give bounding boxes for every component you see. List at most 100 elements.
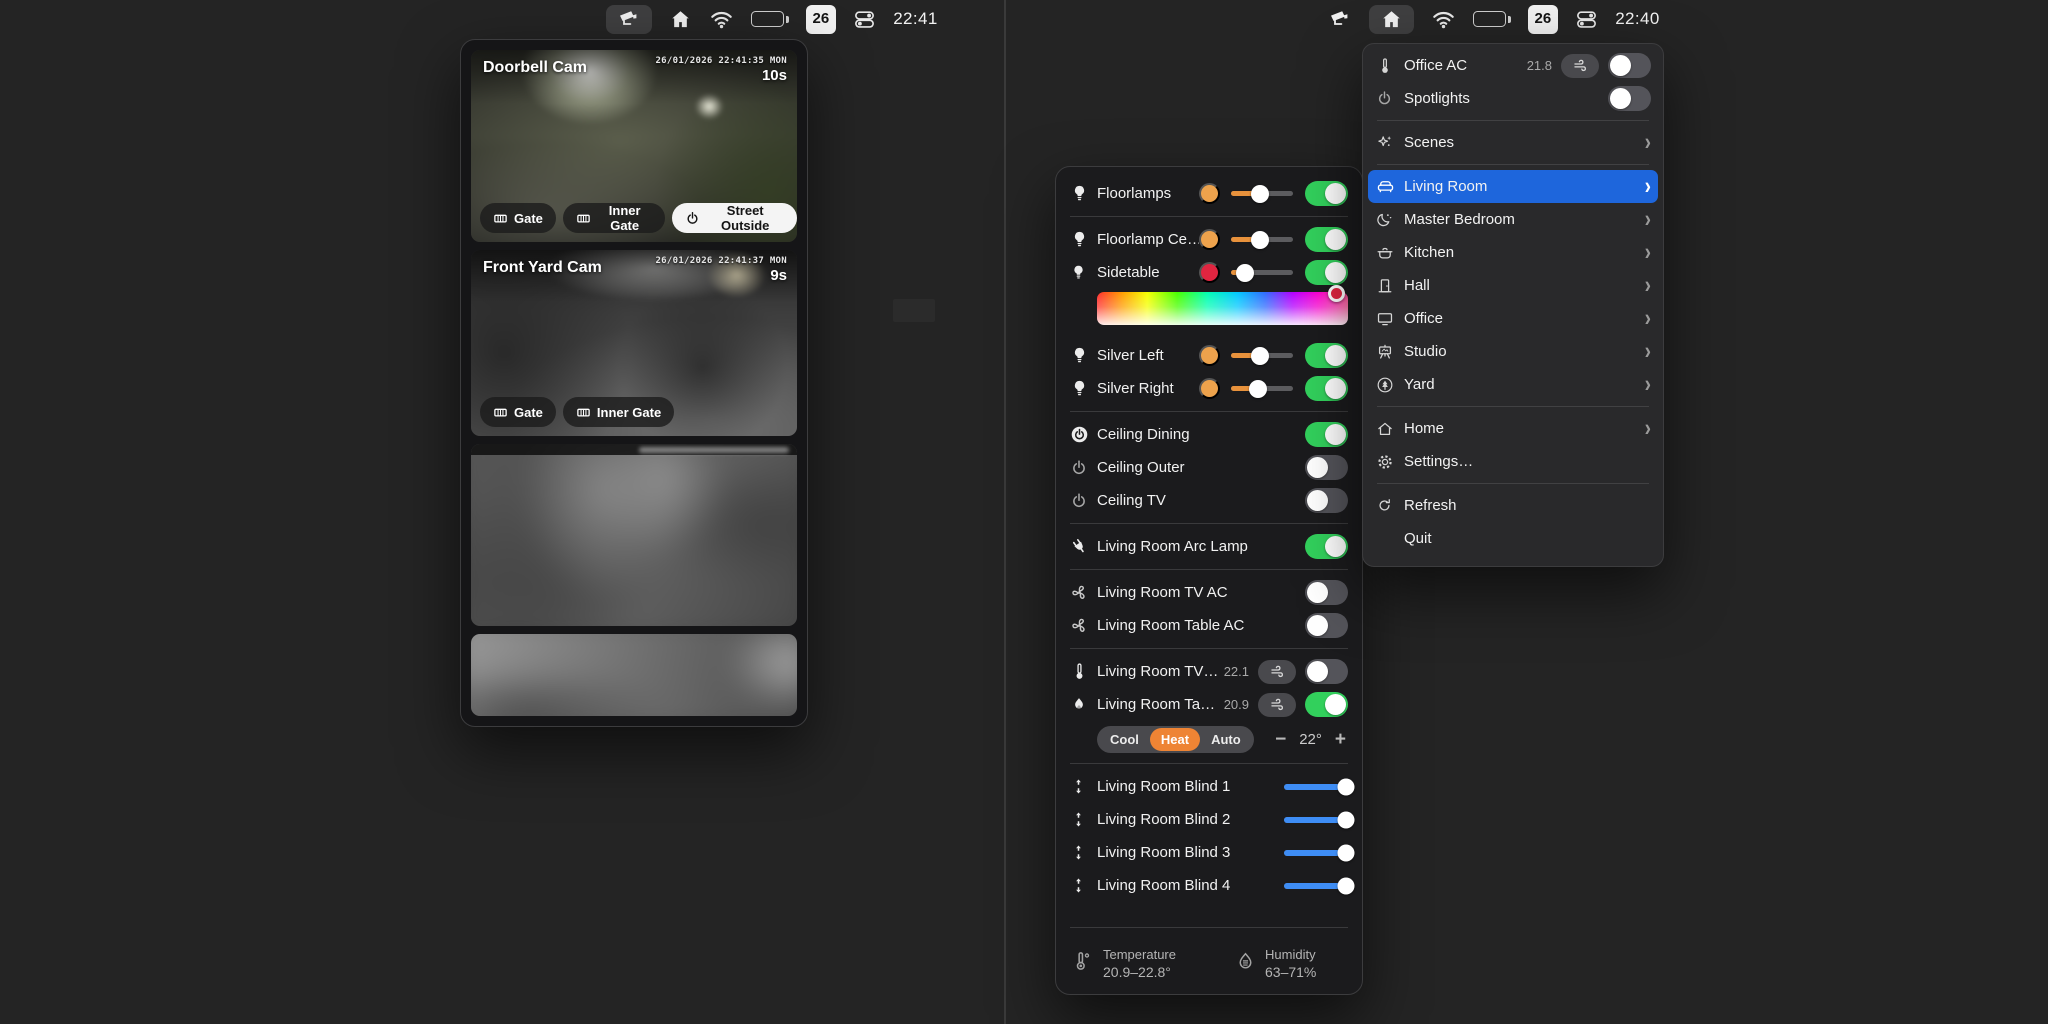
fan-speed-button[interactable]: [1561, 54, 1599, 78]
brightness-slider[interactable]: [1231, 270, 1293, 275]
divider: [1070, 523, 1348, 524]
fan-speed-button[interactable]: [1258, 660, 1296, 684]
menu-row-office-ac: Office AC 21.8: [1363, 49, 1663, 82]
power-toggle[interactable]: [1608, 53, 1651, 78]
toggles-menubar-icon[interactable]: [1575, 5, 1598, 34]
color-swatch[interactable]: [1199, 229, 1220, 250]
camera-card-blurred-2[interactable]: [471, 634, 797, 716]
color-swatch[interactable]: [1199, 345, 1220, 366]
camera-timestamp-blurred: [639, 447, 789, 453]
camera-stream-age: 10s: [762, 67, 787, 84]
color-picker-handle[interactable]: [1328, 285, 1345, 302]
menu-item-room-hall[interactable]: Hall ›: [1363, 269, 1663, 302]
power-toggle[interactable]: [1305, 580, 1348, 605]
inner-gate-button[interactable]: Inner Gate: [563, 397, 674, 427]
humidity-range: 63–71%: [1265, 964, 1316, 980]
power-toggle[interactable]: [1305, 534, 1348, 559]
color-gradient-bar[interactable]: [1097, 292, 1348, 325]
power-toggle[interactable]: [1305, 613, 1348, 638]
power-toggle[interactable]: [1305, 181, 1348, 206]
power-toggle[interactable]: [1305, 376, 1348, 401]
menu-item-room-living-room[interactable]: Living Room ›: [1368, 170, 1658, 203]
mode-cool[interactable]: Cool: [1099, 728, 1150, 751]
camera-popover-panel: Doorbell Cam 26/01/2026 22:41:35 MON 10s…: [460, 39, 808, 727]
battery-icon[interactable]: [1473, 5, 1511, 34]
menu-item-scenes[interactable]: Scenes ›: [1363, 126, 1663, 159]
easel-icon: [1376, 343, 1404, 361]
menu-item-room-yard[interactable]: Yard ›: [1363, 368, 1663, 401]
color-swatch[interactable]: [1199, 378, 1220, 399]
color-picker[interactable]: [1097, 292, 1348, 325]
toggles-menubar-icon[interactable]: [853, 5, 876, 34]
power-icon: [1070, 459, 1097, 477]
wind-icon: [1572, 57, 1589, 74]
current-temperature: 20.9: [1224, 697, 1249, 712]
power-toggle[interactable]: [1305, 488, 1348, 513]
power-toggle[interactable]: [1305, 260, 1348, 285]
chevron-right-icon: ›: [1645, 340, 1651, 364]
power-toggle[interactable]: [1305, 692, 1348, 717]
device-row-ceiling-outer: Ceiling Outer: [1070, 451, 1348, 484]
thermometer-icon: [1072, 950, 1094, 977]
wifi-icon[interactable]: [1431, 5, 1456, 34]
setpoint-stepper: − 22° +: [1275, 730, 1348, 749]
menu-item-refresh[interactable]: Refresh: [1363, 489, 1663, 522]
menu-item-settings[interactable]: Settings…: [1363, 445, 1663, 478]
street-outside-button[interactable]: Street Outside: [672, 203, 797, 233]
blind-position-slider[interactable]: [1284, 850, 1346, 856]
camera-app-menubar-icon[interactable]: [606, 5, 652, 34]
power-toggle[interactable]: [1305, 227, 1348, 252]
color-swatch[interactable]: [1199, 262, 1220, 283]
up-down-icon: [1070, 877, 1097, 894]
brightness-slider[interactable]: [1231, 353, 1293, 358]
home-app-menubar-icon[interactable]: [669, 5, 692, 34]
pot-icon: [1376, 244, 1404, 262]
menu-item-room-office[interactable]: Office ›: [1363, 302, 1663, 335]
power-toggle[interactable]: [1305, 343, 1348, 368]
power-toggle[interactable]: [1608, 86, 1651, 111]
device-row-blind-4: Living Room Blind 4: [1070, 869, 1348, 902]
blind-position-slider[interactable]: [1284, 784, 1346, 790]
camera-card-blurred-1[interactable]: [471, 444, 797, 626]
divider: [1070, 763, 1348, 764]
menu-item-home[interactable]: Home ›: [1363, 412, 1663, 445]
brightness-slider[interactable]: [1231, 386, 1293, 391]
color-swatch[interactable]: [1199, 183, 1220, 204]
camera-app-menubar-icon[interactable]: [1328, 5, 1352, 34]
brightness-slider[interactable]: [1231, 191, 1293, 196]
brightness-slider[interactable]: [1231, 237, 1293, 242]
mode-heat[interactable]: Heat: [1150, 728, 1200, 751]
fan-icon: [1070, 616, 1097, 635]
menu-row-spotlights: Spotlights: [1363, 82, 1663, 115]
divider: [1377, 483, 1649, 484]
inner-gate-button[interactable]: Inner Gate: [563, 203, 666, 233]
decrease-temperature-button[interactable]: −: [1275, 730, 1286, 749]
blind-position-slider[interactable]: [1284, 817, 1346, 823]
chevron-right-icon: ›: [1645, 131, 1651, 155]
menu-item-room-kitchen[interactable]: Kitchen ›: [1363, 236, 1663, 269]
background-artifact: [893, 299, 935, 322]
menu-item-room-studio[interactable]: Studio ›: [1363, 335, 1663, 368]
menu-bar-right: 26 22:40: [1328, 0, 1660, 38]
mode-segmented-control: Cool Heat Auto: [1097, 726, 1254, 753]
power-toggle[interactable]: [1305, 455, 1348, 480]
battery-icon[interactable]: [751, 5, 789, 34]
gate-icon: [493, 211, 508, 226]
wifi-icon[interactable]: [709, 5, 734, 34]
power-toggle[interactable]: [1305, 422, 1348, 447]
camera-card-doorbell[interactable]: Doorbell Cam 26/01/2026 22:41:35 MON 10s…: [471, 50, 797, 242]
power-toggle[interactable]: [1305, 659, 1348, 684]
camera-card-front-yard[interactable]: Front Yard Cam 26/01/2026 22:41:37 MON 9…: [471, 250, 797, 436]
gate-button[interactable]: Gate: [480, 397, 556, 427]
gate-button[interactable]: Gate: [480, 203, 556, 233]
increase-temperature-button[interactable]: +: [1335, 730, 1346, 749]
fan-speed-button[interactable]: [1258, 693, 1296, 717]
menu-item-quit[interactable]: Quit: [1363, 522, 1663, 555]
battery-count-badge[interactable]: 26: [806, 5, 837, 34]
divider: [1377, 120, 1649, 121]
blind-position-slider[interactable]: [1284, 883, 1346, 889]
mode-auto[interactable]: Auto: [1200, 728, 1252, 751]
home-app-menubar-icon[interactable]: [1369, 5, 1414, 34]
menu-item-room-master-bedroom[interactable]: Master Bedroom ›: [1363, 203, 1663, 236]
battery-count-badge[interactable]: 26: [1528, 5, 1559, 34]
